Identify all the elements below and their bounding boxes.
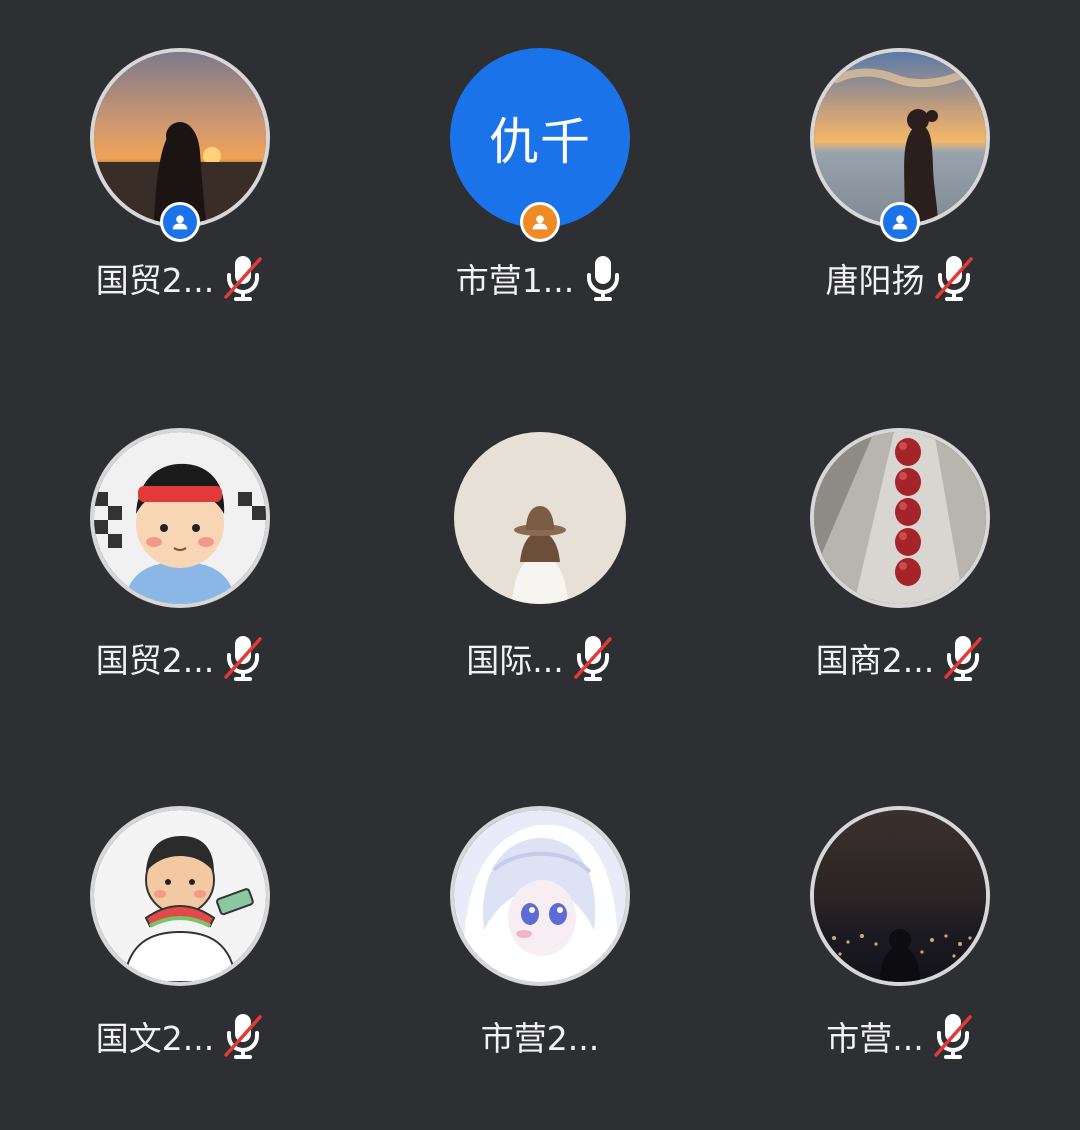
mic-muted-icon[interactable] — [222, 253, 264, 303]
participant-name-row: 唐阳扬 — [720, 250, 1080, 306]
avatar[interactable] — [810, 806, 990, 986]
participant-name: 市营... — [826, 1019, 924, 1058]
avatar[interactable] — [450, 428, 630, 608]
participant-name-row: 国贸2... — [0, 250, 360, 306]
mic-muted-icon[interactable] — [942, 633, 984, 683]
participant-name: 市营1... — [455, 261, 575, 300]
participant-name: 国际... — [466, 641, 564, 680]
avatar-container — [90, 48, 270, 242]
avatar-container — [810, 806, 990, 986]
avatar[interactable] — [810, 428, 990, 608]
participant-name: 国贸2... — [95, 641, 215, 680]
participant-name: 唐阳扬 — [825, 261, 925, 300]
participant-name: 国商2... — [815, 641, 935, 680]
avatar-container — [450, 806, 630, 986]
host-badge-icon — [160, 202, 200, 242]
avatar-container — [450, 428, 630, 608]
participant-name-row: 市营2... — [360, 1008, 720, 1064]
participant-tile[interactable]: 市营... — [720, 758, 1080, 1130]
participant-tile[interactable]: 国商2... — [720, 380, 1080, 752]
participant-name-row: 国贸2... — [0, 630, 360, 686]
participant-tile[interactable]: 市营2... — [360, 758, 720, 1130]
avatar-container: 仇千 — [450, 48, 630, 242]
avatar-container — [810, 48, 990, 242]
avatar[interactable] — [810, 48, 990, 228]
participant-name-row: 市营1... — [360, 250, 720, 306]
participant-name-row: 国际... — [360, 630, 720, 686]
participant-tile[interactable]: 国贸2... — [0, 0, 360, 372]
avatar-container — [810, 428, 990, 608]
avatar[interactable] — [90, 428, 270, 608]
mic-muted-icon[interactable] — [572, 633, 614, 683]
mic-on-icon[interactable] — [582, 253, 624, 303]
mic-muted-icon[interactable] — [932, 1011, 974, 1061]
cohost-badge-icon — [520, 202, 560, 242]
participant-name: 国文2... — [95, 1019, 215, 1058]
participant-name-row: 国文2... — [0, 1008, 360, 1064]
mic-muted-icon[interactable] — [222, 1011, 264, 1061]
participant-tile[interactable]: 国文2... — [0, 758, 360, 1130]
avatar[interactable]: 仇千 — [450, 48, 630, 228]
participant-grid: 国贸2... 仇千 市营1... 唐阳扬 国贸2... 国际... 国商2...… — [0, 0, 1080, 1116]
participant-name: 国贸2... — [95, 261, 215, 300]
host-badge-icon — [880, 202, 920, 242]
participant-tile[interactable]: 唐阳扬 — [720, 0, 1080, 372]
mic-muted-icon[interactable] — [222, 633, 264, 683]
participant-name: 市营2... — [480, 1019, 600, 1058]
mic-muted-icon[interactable] — [933, 253, 975, 303]
avatar[interactable] — [90, 48, 270, 228]
avatar-container — [90, 806, 270, 986]
participant-name-row: 市营... — [720, 1008, 1080, 1064]
avatar-container — [90, 428, 270, 608]
avatar[interactable] — [90, 806, 270, 986]
participant-tile[interactable]: 仇千 市营1... — [360, 0, 720, 372]
participant-tile[interactable]: 国际... — [360, 380, 720, 752]
avatar[interactable] — [450, 806, 630, 986]
participant-tile[interactable]: 国贸2... — [0, 380, 360, 752]
participant-name-row: 国商2... — [720, 630, 1080, 686]
